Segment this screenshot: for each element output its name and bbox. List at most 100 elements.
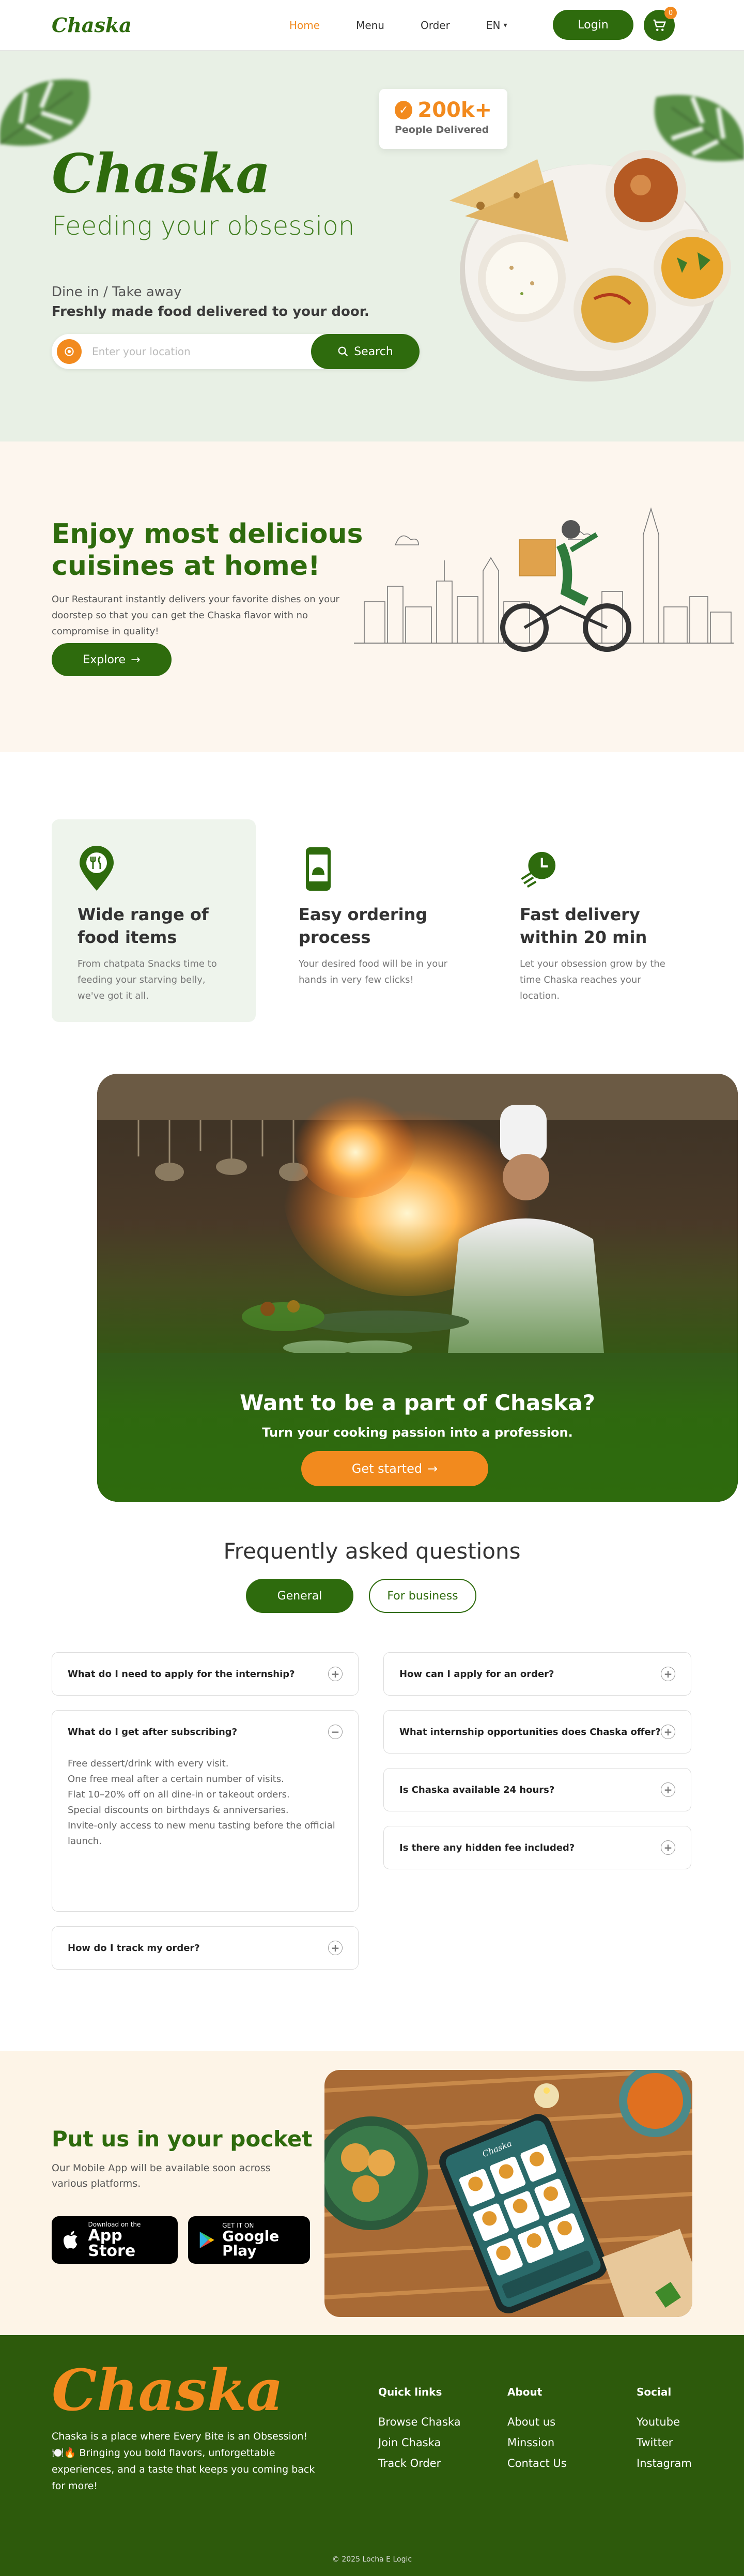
footer-link-instagram[interactable]: Instagram xyxy=(637,2457,692,2470)
faq-answer-line: Free dessert/drink with every visit. xyxy=(68,1758,229,1769)
search-icon xyxy=(338,346,348,357)
plus-icon[interactable]: + xyxy=(661,1725,675,1739)
career-section: Want to be a part of Chaska? Turn your c… xyxy=(0,1054,744,1532)
delivery-rider-city-illustration xyxy=(354,507,734,652)
minus-icon[interactable]: − xyxy=(328,1725,343,1739)
nav-home-link[interactable]: Home xyxy=(289,19,320,32)
explore-button[interactable]: Explore → xyxy=(52,643,172,676)
hero-section: Chaska Feeding your obsession Dine in / … xyxy=(0,51,744,441)
arrow-right-icon: → xyxy=(131,653,141,666)
cuisine-description: Our Restaurant instantly delivers your f… xyxy=(52,594,339,637)
cuisine-heading: Enjoy most delicious cuisines at home! xyxy=(52,519,363,582)
tab-general[interactable]: General xyxy=(246,1579,353,1613)
brand-logo[interactable]: Chaska xyxy=(52,13,132,37)
faq-item[interactable]: How can I apply for an order? + xyxy=(383,1652,691,1696)
food-platter-image xyxy=(450,150,731,382)
arrow-right-icon: → xyxy=(427,1461,438,1476)
login-button[interactable]: Login xyxy=(553,10,633,40)
search-button-label: Search xyxy=(354,345,393,358)
apple-icon xyxy=(64,2231,78,2249)
plus-icon[interactable]: + xyxy=(661,1782,675,1797)
faq-item[interactable]: What internship opportunities does Chask… xyxy=(383,1710,691,1754)
plus-icon[interactable]: + xyxy=(328,1667,343,1681)
footer-col-title: Quick links xyxy=(378,2386,442,2398)
footer-description: Chaska is a place where Every Bite is an… xyxy=(52,2431,315,2492)
hero-title: Chaska xyxy=(52,142,271,205)
footer-link[interactable]: Contact Us xyxy=(507,2457,567,2470)
feature-description: From chatpata Snacks time to feeding you… xyxy=(78,958,217,1001)
get-started-label: Get started xyxy=(351,1461,423,1476)
restaurant-pin-icon xyxy=(78,845,116,892)
footer-link-youtube[interactable]: Youtube xyxy=(637,2416,692,2428)
chevron-down-icon: ▾ xyxy=(503,21,507,29)
faq-question: Is Chaska available 24 hours? xyxy=(399,1784,555,1795)
faq-item-expanded[interactable]: What do I get after subscribing? − Free d… xyxy=(52,1710,359,1912)
language-label: EN xyxy=(486,19,501,32)
location-search-bar: Search xyxy=(52,334,420,369)
google-play-button[interactable]: GET IT ON Google Play xyxy=(188,2216,310,2264)
faq-item[interactable]: Is there any hidden fee included? + xyxy=(383,1826,691,1869)
cart-count-badge: 0 xyxy=(664,7,677,19)
footer-logo: Chaska xyxy=(52,2357,284,2423)
fast-clock-icon xyxy=(520,845,558,892)
nav-links: Home Menu Order EN ▾ xyxy=(289,0,507,50)
faq-item[interactable]: Is Chaska available 24 hours? + xyxy=(383,1768,691,1811)
cart-button[interactable]: 0 xyxy=(644,7,677,41)
footer-link-twitter[interactable]: Twitter xyxy=(637,2436,692,2449)
tab-for-business[interactable]: For business xyxy=(369,1579,476,1613)
delivered-count: 200k+ xyxy=(417,98,492,122)
location-target-icon[interactable] xyxy=(57,339,82,364)
footer-social: Social Youtube Twitter Instagram xyxy=(637,2386,692,2478)
copyright: © 2025 Locha E Logic xyxy=(332,2555,412,2564)
feature-description: Let your obsession grow by the time Chas… xyxy=(520,958,665,1001)
feature-title: Wide range of food items xyxy=(78,905,209,947)
faq-answer-line: Invite-only access to new menu tasting b… xyxy=(68,1820,335,1847)
footer-quick-links: Quick links Browse Chaska Join Chaska Tr… xyxy=(378,2386,461,2478)
hero-tagline: Feeding your obsession xyxy=(52,211,355,241)
play-big-text: Google Play xyxy=(222,2228,280,2259)
footer-link[interactable]: About us xyxy=(507,2416,567,2428)
footer-link[interactable]: Minssion xyxy=(507,2436,567,2449)
mobile-app-section: Put us in your pocket Our Mobile App wil… xyxy=(0,2051,744,2335)
footer-link[interactable]: Track Order xyxy=(378,2457,461,2470)
faq-question: How do I track my order? xyxy=(68,1942,200,1954)
career-heading: Want to be a part of Chaska? xyxy=(240,1390,595,1415)
hero-service-types: Dine in / Take away xyxy=(52,284,182,300)
appstore-big-text: App Store xyxy=(88,2227,136,2260)
footer-link[interactable]: Browse Chaska xyxy=(378,2416,461,2428)
faq-item[interactable]: How do I track my order? + xyxy=(52,1926,359,1970)
mobile-app-mockup-photo: Chaska xyxy=(324,2070,692,2317)
app-store-button[interactable]: Download on the App Store xyxy=(52,2216,178,2264)
get-started-button[interactable]: Get started → xyxy=(301,1451,488,1486)
cart-icon xyxy=(653,19,667,31)
faq-question: What do I get after subscribing? xyxy=(68,1726,238,1737)
phone-order-icon xyxy=(299,845,337,892)
language-selector[interactable]: EN ▾ xyxy=(486,19,507,32)
location-input[interactable] xyxy=(92,345,299,358)
google-play-icon xyxy=(199,2231,214,2249)
plus-icon[interactable]: + xyxy=(328,1941,343,1955)
people-delivered-card: ✓ 200k+ People Delivered xyxy=(379,89,507,149)
faq-answer-line: Flat 10–20% off on all dine-in or takeou… xyxy=(68,1789,290,1800)
chef-banner: Want to be a part of Chaska? Turn your c… xyxy=(97,1074,738,1502)
delivered-label: People Delivered xyxy=(395,124,489,135)
plus-icon[interactable]: + xyxy=(661,1667,675,1681)
nav-order-link[interactable]: Order xyxy=(421,19,450,32)
faq-item[interactable]: What do I need to apply for the internsh… xyxy=(52,1652,359,1696)
top-navbar: Chaska Home Menu Order EN ▾ Login 0 xyxy=(0,0,744,51)
feature-card-fast-delivery: Fast delivery within 20 min Let your obs… xyxy=(494,819,698,1022)
feature-card-easy-ordering: Easy ordering process Your desired food … xyxy=(273,819,477,1022)
explore-label: Explore xyxy=(83,653,126,666)
footer-about: About About us Minssion Contact Us xyxy=(507,2386,567,2478)
faq-question: What internship opportunities does Chask… xyxy=(399,1726,661,1737)
feature-title: Fast delivery within 20 min xyxy=(520,905,647,947)
cuisine-section: Enjoy most delicious cuisines at home! O… xyxy=(0,441,744,752)
feature-description: Your desired food will be in your hands … xyxy=(299,958,448,985)
faq-section: Frequently asked questions General For b… xyxy=(0,1532,744,2051)
nav-menu-link[interactable]: Menu xyxy=(356,19,384,32)
career-subheading: Turn your cooking passion into a profess… xyxy=(262,1425,573,1440)
app-heading: Put us in your pocket xyxy=(52,2126,313,2152)
footer-link[interactable]: Join Chaska xyxy=(378,2436,461,2449)
plus-icon[interactable]: + xyxy=(661,1840,675,1855)
faq-question: What do I need to apply for the internsh… xyxy=(68,1668,295,1680)
